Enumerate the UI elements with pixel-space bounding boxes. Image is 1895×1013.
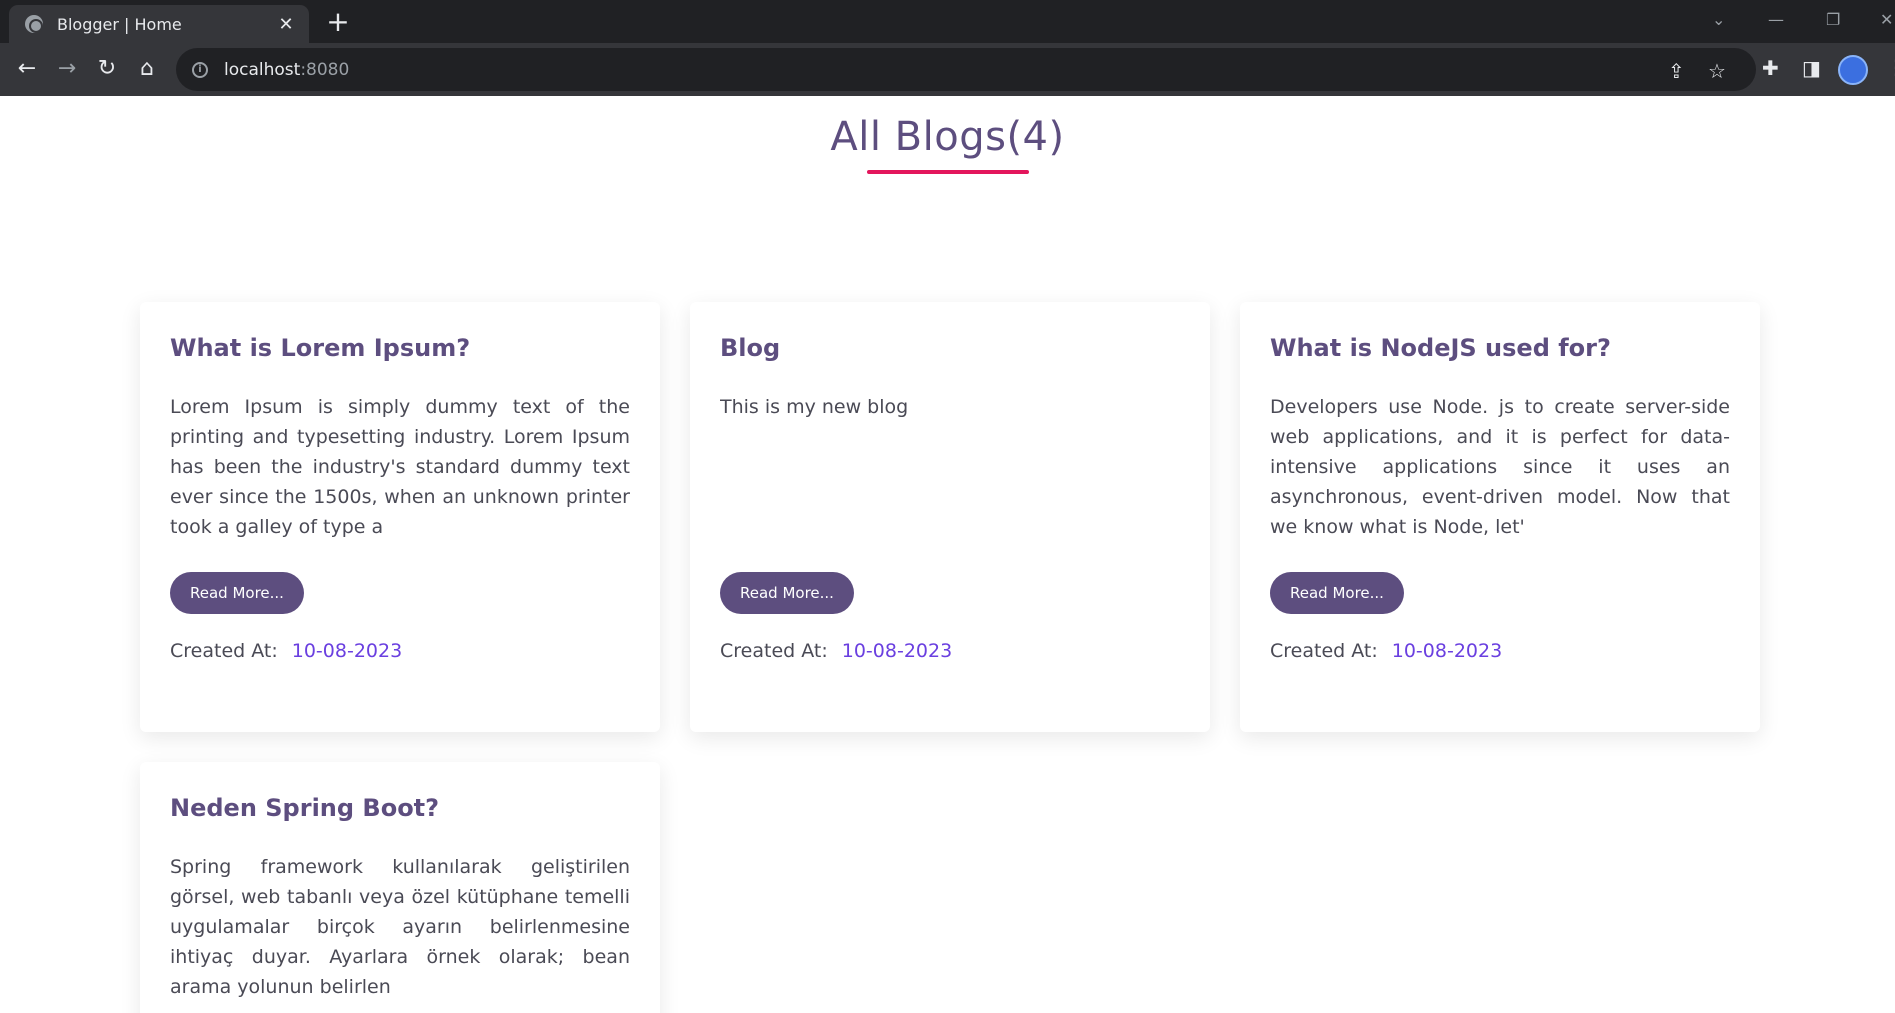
blog-excerpt: Lorem Ipsum is simply dummy text of the … bbox=[170, 396, 630, 538]
share-icon[interactable]: ⇪ bbox=[1668, 59, 1685, 83]
created-at: Created At: 10-08-2023 bbox=[1270, 640, 1730, 662]
url-port: :8080 bbox=[300, 59, 350, 80]
page-content: All Blogs(4) What is Lorem Ipsum? Lorem … bbox=[0, 96, 1895, 1013]
home-icon[interactable]: ⌂ bbox=[133, 57, 161, 81]
blog-title: What is NodeJS used for? bbox=[1270, 334, 1611, 362]
browser-tab[interactable]: Blogger | Home ✕ bbox=[9, 5, 309, 43]
created-at-label: Created At: bbox=[720, 640, 828, 662]
profile-avatar[interactable] bbox=[1838, 55, 1868, 85]
close-tab-icon[interactable]: ✕ bbox=[275, 14, 297, 35]
menu-icon[interactable]: ⋮ bbox=[1886, 55, 1895, 79]
minimize-icon[interactable]: — bbox=[1768, 10, 1784, 29]
blog-excerpt: Spring framework kullanılarak geliştiril… bbox=[170, 856, 630, 998]
blog-card: What is NodeJS used for? Developers use … bbox=[1240, 302, 1760, 732]
title-underline bbox=[866, 170, 1029, 174]
read-more-button[interactable]: Read More... bbox=[720, 572, 854, 614]
blog-title: Blog bbox=[720, 334, 781, 362]
read-more-button[interactable]: Read More... bbox=[1270, 572, 1404, 614]
blog-title: Neden Spring Boot? bbox=[170, 794, 440, 822]
blog-card: What is Lorem Ipsum? Lorem Ipsum is simp… bbox=[140, 302, 660, 732]
forward-icon[interactable]: → bbox=[53, 57, 81, 81]
site-info-icon[interactable]: i bbox=[192, 61, 208, 78]
address-bar[interactable]: i localhost :8080 ⇪ ☆ bbox=[176, 48, 1756, 91]
blog-title: What is Lorem Ipsum? bbox=[170, 334, 471, 362]
tab-search-icon[interactable]: ⌄ bbox=[1712, 10, 1725, 29]
browser-chrome: Blogger | Home ✕ + ⌄ — ❐ ✕ ← → ↻ ⌂ i loc… bbox=[0, 0, 1895, 96]
page-title: All Blogs(4) bbox=[830, 114, 1065, 160]
close-window-icon[interactable]: ✕ bbox=[1880, 10, 1893, 29]
created-at: Created At: 10-08-2023 bbox=[170, 640, 630, 662]
created-at: Created At: 10-08-2023 bbox=[720, 640, 1180, 662]
created-at-date: 10-08-2023 bbox=[291, 640, 403, 662]
created-at-date: 10-08-2023 bbox=[841, 640, 953, 662]
reload-icon[interactable]: ↻ bbox=[93, 57, 121, 81]
created-at-label: Created At: bbox=[1270, 640, 1378, 662]
new-tab-icon[interactable]: + bbox=[324, 8, 352, 36]
blog-excerpt: This is my new blog bbox=[720, 396, 909, 418]
blog-card: Blog This is my new blog Read More... Cr… bbox=[690, 302, 1210, 732]
blog-excerpt: Developers use Node. js to create server… bbox=[1270, 396, 1730, 538]
tab-title: Blogger | Home bbox=[57, 14, 182, 34]
side-panel-icon[interactable]: ◨ bbox=[1802, 56, 1821, 80]
url-host: localhost bbox=[224, 59, 301, 80]
globe-icon bbox=[25, 15, 43, 33]
browser-toolbar: ← → ↻ ⌂ i localhost :8080 ⇪ ☆ ✚ ◨ ⋮ bbox=[0, 43, 1895, 96]
tab-strip: Blogger | Home ✕ + ⌄ — ❐ ✕ bbox=[0, 0, 1895, 43]
restore-icon[interactable]: ❐ bbox=[1826, 10, 1840, 29]
extensions-icon[interactable]: ✚ bbox=[1762, 56, 1779, 80]
created-at-date: 10-08-2023 bbox=[1391, 640, 1503, 662]
page-heading: All Blogs(4) bbox=[0, 114, 1895, 174]
blog-card: Neden Spring Boot? Spring framework kull… bbox=[140, 762, 660, 1013]
read-more-button[interactable]: Read More... bbox=[170, 572, 304, 614]
created-at-label: Created At: bbox=[170, 640, 278, 662]
bookmark-star-icon[interactable]: ☆ bbox=[1708, 59, 1726, 83]
back-icon[interactable]: ← bbox=[13, 57, 41, 81]
